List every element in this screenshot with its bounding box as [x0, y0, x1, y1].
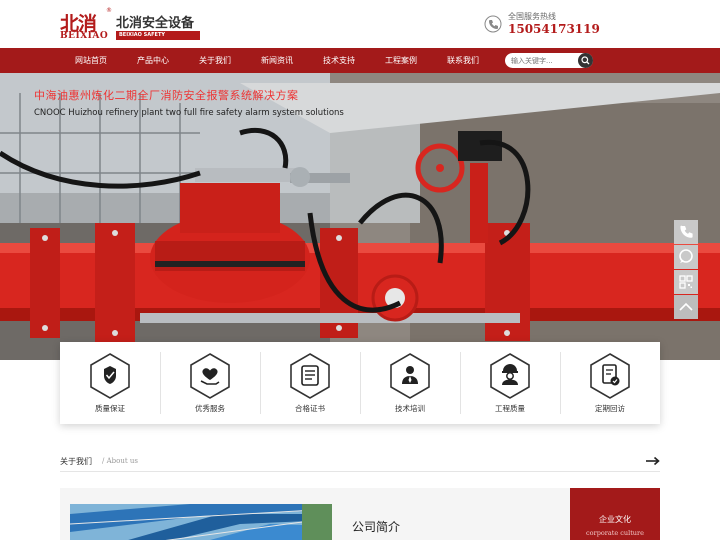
logo-en: BEIXIAO — [60, 31, 109, 41]
search-box — [505, 53, 593, 68]
side-chat-button[interactable] — [674, 245, 698, 269]
brand-name: 北消安全设备 — [116, 16, 195, 31]
company-photo-illustration — [70, 504, 332, 540]
feature-label: 合格证书 — [295, 404, 325, 413]
feature-label: 质量保证 — [95, 404, 125, 413]
search-button[interactable] — [578, 53, 593, 68]
qrcode-icon — [679, 275, 693, 289]
banner-subtitle: CNOOC Huizhou refinery plant two full fi… — [34, 108, 344, 118]
logo-registered-mark: ® — [106, 7, 112, 14]
search-icon — [581, 56, 590, 65]
features-bar: 质量保证 优秀服务 合格证书 技术培训 工程质量 定期回访 — [60, 342, 660, 424]
back-to-top-button[interactable] — [674, 295, 698, 319]
feature-label: 优秀服务 — [195, 404, 225, 413]
nav-item-about[interactable]: 关于我们 — [184, 48, 246, 73]
hotline-phone-icon — [484, 15, 502, 33]
side-phone-button[interactable] — [674, 220, 698, 244]
trainer-icon — [390, 353, 430, 399]
culture-subtitle: corporate culture — [586, 529, 644, 537]
culture-title: 企业文化 — [599, 515, 631, 524]
certificate-icon — [290, 353, 330, 399]
nav-item-home[interactable]: 网站首页 — [60, 48, 122, 73]
company-intro-title[interactable]: 公司简介 — [352, 518, 400, 535]
hotline-number[interactable]: 15054173119 — [508, 22, 600, 36]
brand-tagline: BEIXIAO SAFETY PRODUCTS — [116, 31, 200, 47]
hotline-label: 全国服务热线 — [508, 12, 556, 21]
corporate-culture-card[interactable]: 企业文化 corporate culture — [570, 488, 660, 540]
nav-item-cases[interactable]: 工程案例 — [370, 48, 432, 73]
company-photo — [70, 504, 332, 540]
feature-label: 定期回访 — [595, 404, 625, 413]
feature-label: 工程质量 — [495, 404, 525, 413]
page: 北消 ® BEIXIAO 北消安全设备 BEIXIAO SAFETY PRODU… — [0, 0, 720, 540]
phone-icon — [680, 225, 693, 238]
arrow-right-icon[interactable] — [646, 456, 660, 466]
banner-title: 中海油惠州炼化二期全厂消防安全报警系统解决方案 — [34, 89, 299, 102]
logo[interactable]: 北消 ® BEIXIAO 北消安全设备 BEIXIAO SAFETY PRODU… — [60, 7, 200, 47]
nav-item-news[interactable]: 新闻资讯 — [246, 48, 308, 73]
hero-banner: 中海油惠州炼化二期全厂消防安全报警系统解决方案 CNOOC Huizhou re… — [0, 73, 720, 360]
section-subtitle: / About us — [102, 457, 138, 465]
nav-item-contact[interactable]: 联系我们 — [432, 48, 494, 73]
document-check-icon — [590, 353, 630, 399]
feature-quality[interactable]: 质量保证 — [60, 342, 160, 424]
side-toolbar — [674, 220, 698, 320]
chat-icon — [679, 249, 693, 263]
heart-hand-icon — [190, 353, 230, 399]
hotline: 全国服务热线 15054173119 — [484, 10, 604, 40]
side-qrcode-button[interactable] — [674, 270, 698, 294]
main-nav: 网站首页 产品中心 关于我们 新闻资讯 技术支持 工程案例 联系我们 — [0, 48, 720, 73]
about-row: 公司简介 企业文化 corporate culture — [60, 488, 660, 540]
header: 北消 ® BEIXIAO 北消安全设备 BEIXIAO SAFETY PRODU… — [0, 0, 720, 48]
feature-label: 技术培训 — [395, 404, 425, 413]
nav-item-products[interactable]: 产品中心 — [122, 48, 184, 73]
feature-training[interactable]: 技术培训 — [360, 342, 460, 424]
nav-item-support[interactable]: 技术支持 — [308, 48, 370, 73]
back-to-top-icon — [679, 302, 693, 311]
about-section-header: 关于我们 / About us — [60, 454, 660, 472]
search-input[interactable] — [511, 53, 577, 68]
engineer-icon — [490, 353, 530, 399]
feature-certificate[interactable]: 合格证书 — [260, 342, 360, 424]
feature-service[interactable]: 优秀服务 — [160, 342, 260, 424]
section-title: 关于我们 — [60, 457, 92, 466]
feature-engineering[interactable]: 工程质量 — [460, 342, 560, 424]
quality-shield-icon — [90, 353, 130, 399]
feature-follow-up[interactable]: 定期回访 — [560, 342, 660, 424]
